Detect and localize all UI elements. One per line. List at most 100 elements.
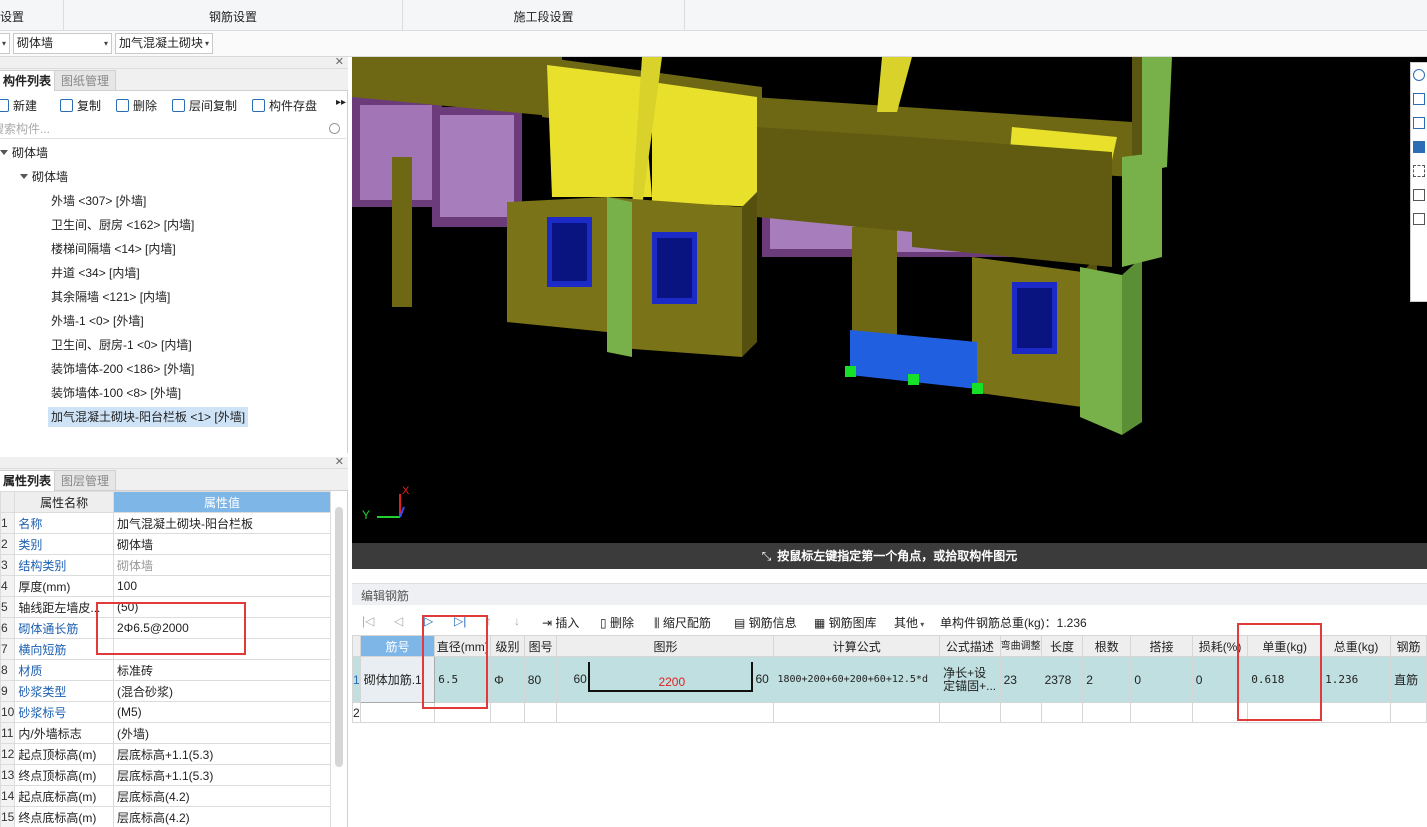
cell-shape[interactable]: 60 2200 60 bbox=[556, 656, 775, 703]
cell-bar-no[interactable]: 砌体加筋.1 bbox=[359, 656, 436, 703]
tree-item-selected[interactable]: 加气混凝土砌块-阳台栏板 <1> [外墙] bbox=[48, 407, 249, 427]
property-row[interactable]: 12 起点顶标高(m) 层底标高+1.1(5.3) bbox=[0, 743, 332, 765]
property-scrollbar[interactable] bbox=[335, 507, 343, 767]
empty-cell[interactable] bbox=[939, 702, 1001, 723]
property-value[interactable]: (外墙) bbox=[112, 722, 332, 744]
rebar-library-button[interactable]: ▦ 钢筋图库 bbox=[814, 614, 877, 631]
new-button[interactable]: 新建 bbox=[0, 97, 37, 114]
expand-icon[interactable] bbox=[20, 174, 28, 179]
tab-construction-section-settings[interactable]: 施工段设置 bbox=[403, 0, 685, 31]
other-dropdown[interactable]: 其他 ▾ bbox=[894, 614, 924, 631]
property-row[interactable]: 6 砌体通长筋 2Φ6.5@2000 bbox=[0, 617, 332, 639]
tree-item[interactable]: 其余隔墙 <121> [内墙] bbox=[51, 287, 170, 307]
tree-item[interactable]: 卫生间、厨房 <162> [内墙] bbox=[51, 215, 194, 235]
grip-handle[interactable] bbox=[908, 374, 919, 385]
property-value[interactable]: 层底标高(4.2) bbox=[112, 806, 332, 827]
empty-cell[interactable] bbox=[434, 702, 492, 723]
property-value[interactable]: (混合砂浆) bbox=[112, 680, 332, 702]
empty-cell[interactable] bbox=[1191, 702, 1249, 723]
property-row[interactable]: 3 结构类别 砌体墙 bbox=[0, 554, 332, 576]
tree-item[interactable]: 楼梯间隔墙 <14> [内墙] bbox=[51, 239, 176, 259]
property-value[interactable]: 层底标高+1.1(5.3) bbox=[112, 743, 332, 765]
grip-handle[interactable] bbox=[972, 383, 983, 394]
tree-item[interactable]: 外墙-1 <0> [外墙] bbox=[51, 311, 144, 331]
property-value[interactable]: 标准砖 bbox=[112, 659, 332, 681]
empty-cell[interactable] bbox=[523, 702, 558, 723]
empty-cell[interactable] bbox=[773, 702, 941, 723]
property-value[interactable]: 2Φ6.5@2000 bbox=[112, 617, 332, 639]
property-value[interactable]: 100 bbox=[112, 575, 332, 597]
empty-cell[interactable] bbox=[556, 702, 775, 723]
property-row[interactable]: 5 轴线距左墙皮... (50) bbox=[0, 596, 332, 618]
next-row-icon[interactable]: ▷ bbox=[424, 614, 433, 628]
move-up-icon[interactable]: ↑ bbox=[486, 614, 492, 628]
property-value[interactable]: 加气混凝土砌块-阳台栏板 bbox=[112, 512, 332, 534]
cell-loss[interactable]: 0 bbox=[1191, 656, 1249, 703]
property-row[interactable]: 1 名称 加气混凝土砌块-阳台栏板 bbox=[0, 512, 332, 534]
layer-icon[interactable] bbox=[1413, 189, 1425, 201]
property-row[interactable]: 13 终点顶标高(m) 层底标高+1.1(5.3) bbox=[0, 764, 332, 786]
more-icon[interactable]: ▸▸ bbox=[336, 97, 346, 108]
component-material-select[interactable]: 加气混凝土砌块 ▾ bbox=[115, 33, 213, 54]
tree-item[interactable]: 装饰墙体-100 <8> [外墙] bbox=[51, 383, 181, 403]
empty-cell[interactable] bbox=[999, 702, 1042, 723]
3d-view-icon[interactable] bbox=[1413, 117, 1425, 129]
floor-copy-button[interactable]: 层间复制 bbox=[172, 97, 237, 114]
cube-icon[interactable] bbox=[1413, 141, 1425, 153]
tab-settings[interactable]: 设置 bbox=[0, 0, 64, 31]
delete-row-button[interactable]: ▯ 删除 bbox=[600, 614, 634, 631]
cell-length[interactable]: 2378 bbox=[1040, 656, 1084, 703]
move-down-icon[interactable]: ↓ bbox=[514, 614, 520, 628]
tree-item[interactable]: 井道 <34> [内墙] bbox=[51, 263, 140, 283]
empty-cell[interactable] bbox=[1082, 702, 1132, 723]
empty-cell[interactable] bbox=[490, 702, 525, 723]
empty-cell[interactable] bbox=[359, 702, 436, 723]
cell-formula-desc[interactable]: 净长+设定锚固+... bbox=[939, 656, 1001, 703]
copy-button[interactable]: 复制 bbox=[60, 97, 101, 114]
expand-icon[interactable] bbox=[0, 150, 8, 155]
tree-item[interactable]: 外墙 <307> [外墙] bbox=[51, 191, 146, 211]
last-row-icon[interactable]: ▷| bbox=[454, 614, 466, 628]
empty-cell[interactable] bbox=[1130, 702, 1193, 723]
property-row[interactable]: 4 厚度(mm) 100 bbox=[0, 575, 332, 597]
grip-handle[interactable] bbox=[845, 366, 856, 377]
property-row[interactable]: 8 材质 标准砖 bbox=[0, 659, 332, 681]
table-row[interactable]: 2 bbox=[352, 702, 1427, 723]
empty-cell[interactable] bbox=[1390, 702, 1427, 723]
cell-diameter[interactable]: 6.5 bbox=[434, 656, 492, 703]
property-value[interactable] bbox=[112, 638, 332, 660]
property-row[interactable]: 7 横向短筋 bbox=[0, 638, 332, 660]
property-row[interactable]: 9 砂浆类型 (混合砂浆) bbox=[0, 680, 332, 702]
first-row-icon[interactable]: |◁ bbox=[362, 614, 374, 628]
property-row[interactable]: 15 终点底标高(m) 层底标高(4.2) bbox=[0, 806, 332, 827]
tab-property-list[interactable]: 属性列表 bbox=[0, 470, 59, 491]
cell-unit-weight[interactable]: 0.618 bbox=[1247, 656, 1323, 703]
floor-select[interactable]: ▾ bbox=[0, 33, 10, 54]
prev-row-icon[interactable]: ◁ bbox=[394, 614, 403, 628]
cell-count[interactable]: 2 bbox=[1082, 656, 1132, 703]
cell-rebar-type[interactable]: 直筋 bbox=[1390, 656, 1427, 703]
tab-layer-management[interactable]: 图层管理 bbox=[54, 470, 117, 491]
tree-item[interactable]: 卫生间、厨房-1 <0> [内墙] bbox=[51, 335, 192, 355]
close-icon[interactable]: ✕ bbox=[335, 55, 344, 68]
component-type-select[interactable]: 砌体墙 ▾ bbox=[13, 33, 112, 54]
search-icon[interactable] bbox=[329, 123, 340, 134]
property-row[interactable]: 11 内/外墙标志 (外墙) bbox=[0, 722, 332, 744]
3d-viewport[interactable]: Y X bbox=[352, 57, 1427, 543]
cell-lap[interactable]: 0 bbox=[1130, 656, 1193, 703]
rotate-icon[interactable] bbox=[1413, 69, 1425, 81]
tree-group[interactable]: 砌体墙 bbox=[20, 167, 68, 187]
property-value[interactable]: 砌体墙 bbox=[112, 533, 332, 555]
building-model[interactable]: Y X bbox=[352, 57, 1427, 543]
tree-item[interactable]: 装饰墙体-200 <186> [外墙] bbox=[51, 359, 194, 379]
tab-component-list[interactable]: 构件列表 bbox=[0, 70, 59, 91]
property-row[interactable]: 10 砂浆标号 (M5) bbox=[0, 701, 332, 723]
empty-cell[interactable] bbox=[1040, 702, 1084, 723]
property-row[interactable]: 2 类别 砌体墙 bbox=[0, 533, 332, 555]
select-box-icon[interactable] bbox=[1413, 165, 1425, 177]
property-value[interactable]: (M5) bbox=[112, 701, 332, 723]
property-value[interactable]: 层底标高(4.2) bbox=[112, 785, 332, 807]
scale-rebar-button[interactable]: ⫼ 缩尺配筋 bbox=[654, 614, 711, 631]
tab-rebar-settings[interactable]: 钢筋设置 bbox=[64, 0, 403, 31]
cell-formula[interactable]: 1800+200+60+200+60+12.5*d bbox=[773, 656, 941, 703]
